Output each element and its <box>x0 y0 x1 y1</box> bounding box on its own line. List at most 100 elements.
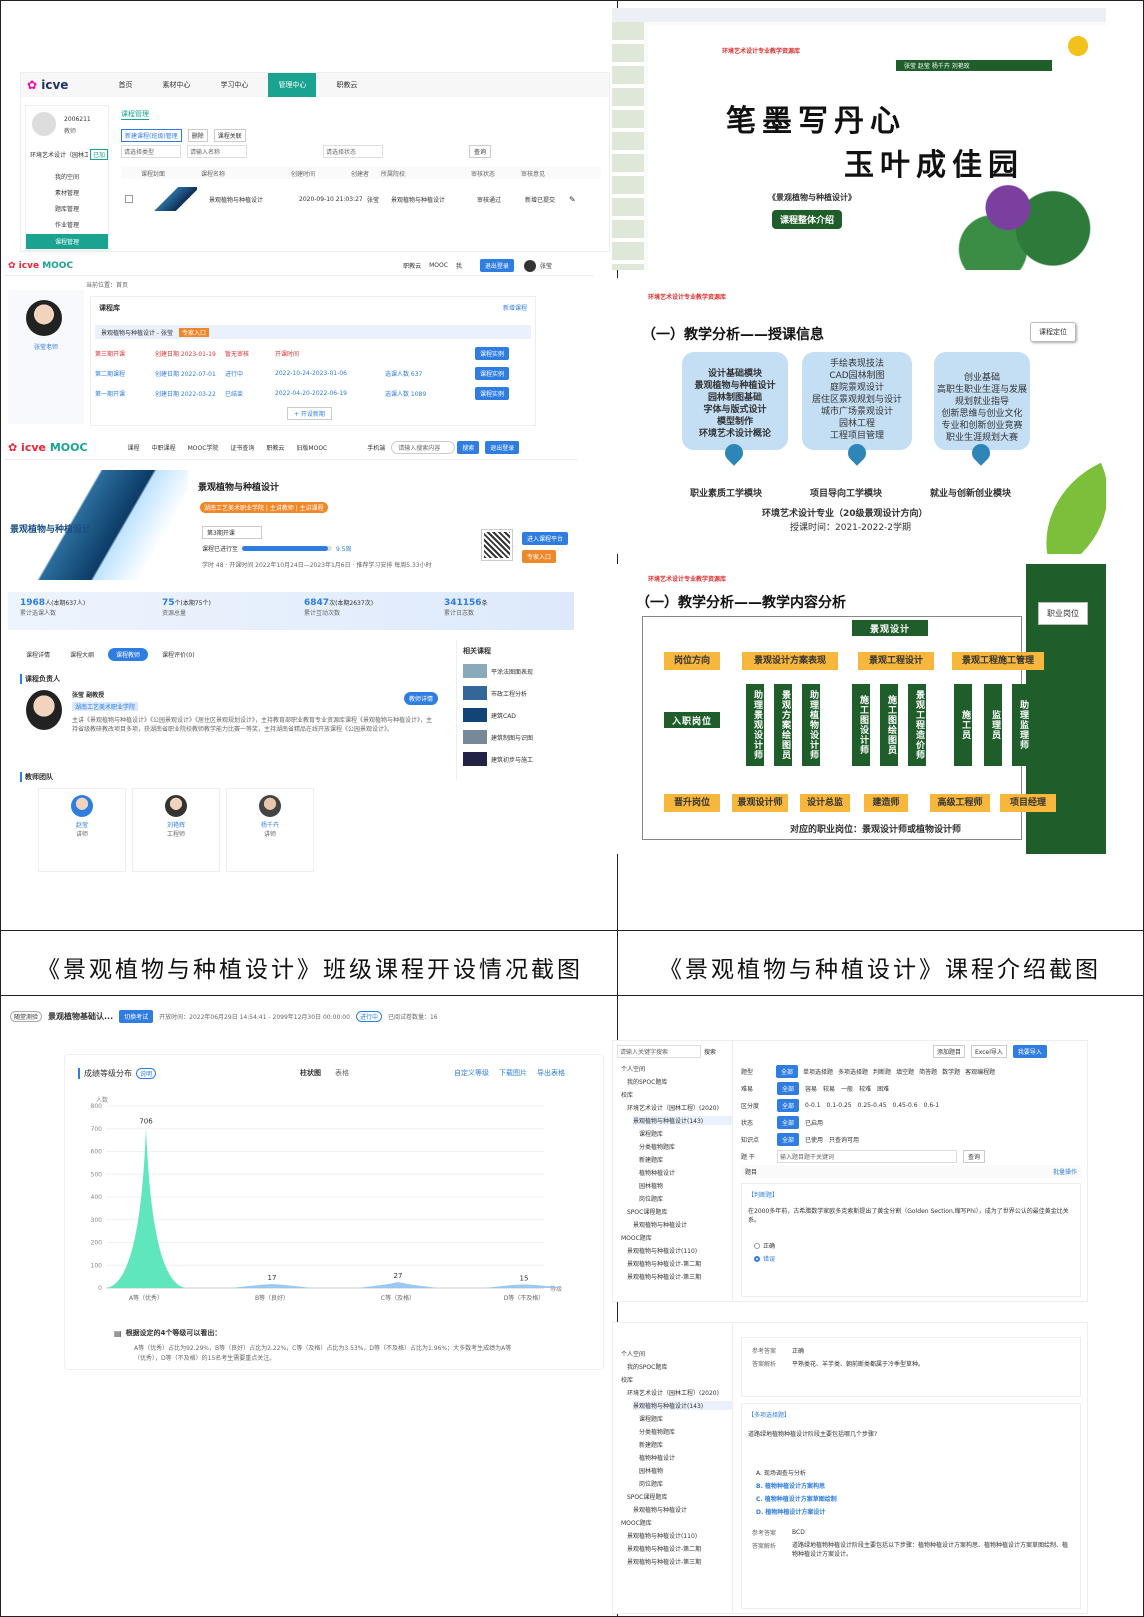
filter-chip[interactable]: 全部 <box>777 1116 800 1129</box>
table-row[interactable]: 景观植物与种植设计 2020-09-10 21:03:27 张莹 景观植物与种植… <box>121 185 601 213</box>
filter-chip[interactable]: 多项选择题 <box>838 1067 868 1076</box>
sidebar-item-courses[interactable]: 课程管理 <box>26 234 108 249</box>
filter-chip[interactable]: 已使用 <box>805 1135 823 1144</box>
enter-platform-button[interactable]: 进入课程平台 <box>522 532 569 545</box>
sidebar-item-materials[interactable]: 素材管理 <box>26 188 108 197</box>
filter-chip[interactable]: 0.45-0.6 <box>893 1102 918 1109</box>
filter-chip[interactable]: 数学题 <box>942 1067 960 1076</box>
mobile-link[interactable]: 手机端 <box>367 443 385 452</box>
edit-icon[interactable]: ✎ <box>569 195 576 204</box>
question-card[interactable]: 【判断题】 在2000多年前，古希腊数学家欧多克索斯提出了黄金分割（Golden… <box>741 1183 1081 1297</box>
tree-item[interactable]: 景观植物与种植设计(110) <box>627 1531 732 1540</box>
filter-chip[interactable]: 填空题 <box>896 1067 914 1076</box>
tree-item[interactable]: SPOC课程题库 <box>627 1492 732 1501</box>
course-instance-button[interactable]: 课程实例 <box>475 386 510 400</box>
tree-item[interactable]: SPOC课程题库 <box>627 1207 732 1216</box>
filter-chip[interactable]: 0.6-1 <box>924 1102 940 1109</box>
list-item[interactable]: 第二期课程 创建日期 2022-07-01 进行中 2022-10-24-2023-0… <box>95 365 531 381</box>
custom-grade-link[interactable]: 自定义等级 <box>454 1068 489 1078</box>
tab-details[interactable]: 课程详情 <box>20 648 56 661</box>
option-item[interactable]: A. 现场调查与分析 <box>756 1468 1066 1477</box>
filter-chip[interactable]: 全部 <box>776 1065 799 1078</box>
course-instance-button[interactable]: 课程实例 <box>475 346 510 360</box>
filter-chip[interactable]: 0.25-0.45 <box>858 1102 887 1109</box>
bank-search-input[interactable]: 请输入关键字搜索 <box>617 1045 701 1058</box>
import-button[interactable]: 我要导入 <box>1012 1045 1047 1058</box>
tree-item[interactable]: 岗位题库 <box>639 1479 732 1488</box>
filter-chip[interactable]: 单项选择题 <box>803 1067 833 1076</box>
tab-reviews[interactable]: 课程评价(0) <box>156 648 201 661</box>
download-image-link[interactable]: 下载图片 <box>499 1068 527 1078</box>
term-select[interactable]: 第3期开课 <box>202 526 262 539</box>
tab-teachers[interactable]: 课程教师 <box>108 648 149 661</box>
icve-nav-learning[interactable]: 学习中心 <box>220 80 248 90</box>
tree-item[interactable]: 景观植物与种植设计 <box>633 1505 732 1514</box>
filter-chip[interactable]: 困难 <box>877 1084 889 1093</box>
filter-chip[interactable]: 0.1-0.25 <box>827 1102 852 1109</box>
tree-item[interactable]: 个人空间 <box>621 1349 728 1358</box>
tree-item[interactable]: 景观植物与种植设计-第二期 <box>627 1259 732 1268</box>
option-item[interactable]: 错误 <box>754 1254 1068 1263</box>
related-course-item[interactable]: 市政工程分析 <box>463 686 574 700</box>
nav-me[interactable]: 我 <box>456 261 462 270</box>
sidebar-item-space[interactable]: 我的空间 <box>26 172 108 181</box>
filter-chip[interactable]: 较易 <box>823 1084 835 1093</box>
tree-item[interactable]: 个人空间 <box>621 1064 728 1073</box>
school-tag[interactable]: 已加 <box>90 149 108 160</box>
icve-nav-materials[interactable]: 素材中心 <box>162 80 190 90</box>
tree-item[interactable]: 环境艺术设计（园林工程）(2020) <box>627 1103 732 1112</box>
filter-chip[interactable]: 客观编程题 <box>965 1067 995 1076</box>
related-course-item[interactable]: 建筑CAD <box>463 708 574 722</box>
filter-chip[interactable]: 容易 <box>805 1084 817 1093</box>
sidebar-item-homework[interactable]: 作业管理 <box>26 220 108 229</box>
tree-item[interactable]: 课程题库 <box>639 1129 732 1138</box>
course-instance-button[interactable]: 课程实例 <box>475 366 510 380</box>
filter-chip[interactable]: 0-0.1 <box>805 1102 821 1109</box>
team-card[interactable]: 刘艳辉 工程师 <box>132 788 220 872</box>
filter-chip[interactable]: 已启用 <box>805 1118 823 1127</box>
related-course-item[interactable]: 建筑制图与识图 <box>463 730 574 744</box>
team-card[interactable]: 杨千卉 讲师 <box>226 788 314 872</box>
new-course-button[interactable]: 新建课程(班级)管理 <box>121 129 182 142</box>
tree-item[interactable]: 景观植物与种植设计-第三期 <box>627 1557 732 1566</box>
logout-button[interactable]: 退出登录 <box>485 441 520 454</box>
tree-item[interactable]: 景观植物与种植设计(143) <box>633 1116 732 1125</box>
delete-button[interactable]: 删除 <box>187 129 208 142</box>
filter-chip[interactable]: 全部 <box>777 1099 800 1112</box>
switch-exam-button[interactable]: 切换考试 <box>119 1010 154 1023</box>
keyword-query-button[interactable]: 查询 <box>963 1150 986 1163</box>
tree-item[interactable]: 景观植物与种植设计(143) <box>633 1401 732 1410</box>
tree-item[interactable]: 分类植物题库 <box>639 1142 732 1151</box>
icve-nav-manage[interactable]: 管理中心 <box>268 73 317 97</box>
filter-chip[interactable]: 简答题 <box>919 1067 937 1076</box>
tab-outline[interactable]: 课程大纲 <box>64 648 100 661</box>
tree-item[interactable]: MOOC题库 <box>621 1233 732 1242</box>
option-item[interactable]: 正确 <box>754 1241 1068 1250</box>
question-card[interactable]: 【多项选择题】 道路绿地植物种植设计阶段主要包括哪几个步骤? A. 现场调查与分… <box>741 1403 1081 1609</box>
filter-chip[interactable]: 全部 <box>777 1133 800 1146</box>
chart-title-tag[interactable]: 说明 <box>136 1068 157 1079</box>
expert-entry-button[interactable]: 专家入口 <box>522 550 557 563</box>
nav-old-mooc[interactable]: 旧版MOOC <box>296 443 327 452</box>
row-checkbox[interactable] <box>125 195 133 203</box>
tree-item[interactable]: 校库 <box>621 1375 732 1384</box>
query-button[interactable]: 查询 <box>469 145 492 158</box>
option-item[interactable]: C. 植物种植设计方案草图绘制 <box>756 1494 1066 1503</box>
name-input[interactable]: 请输入名称 <box>187 145 247 158</box>
team-card[interactable]: 赵莹 讲师 <box>38 788 126 872</box>
tree-item[interactable]: 景观植物与种植设计-第三期 <box>627 1272 732 1281</box>
batch-op-link[interactable]: 批量操作 <box>1053 1167 1077 1176</box>
type-select[interactable]: 请选择类型 <box>121 145 181 158</box>
tree-item[interactable]: 景观植物与种植设计 <box>633 1220 732 1229</box>
search-input[interactable]: 请输入搜索内容 <box>391 441 456 454</box>
table-toggle[interactable]: 表格 <box>335 1068 349 1078</box>
export-table-link[interactable]: 导出表格 <box>537 1068 565 1078</box>
status-select[interactable]: 请选择状态 <box>323 145 383 158</box>
excel-import-button[interactable]: Excel导入 <box>971 1045 1007 1058</box>
tree-item[interactable]: 新建题库 <box>639 1155 732 1164</box>
tree-item[interactable]: 分类植物题库 <box>639 1427 732 1436</box>
tree-item[interactable]: 植物种植设计 <box>639 1453 732 1462</box>
related-course-item[interactable]: 平涂法图面表现 <box>463 664 574 678</box>
bank-search-button[interactable]: 搜索 <box>704 1047 716 1056</box>
user-name[interactable]: 张莹 <box>540 261 552 270</box>
